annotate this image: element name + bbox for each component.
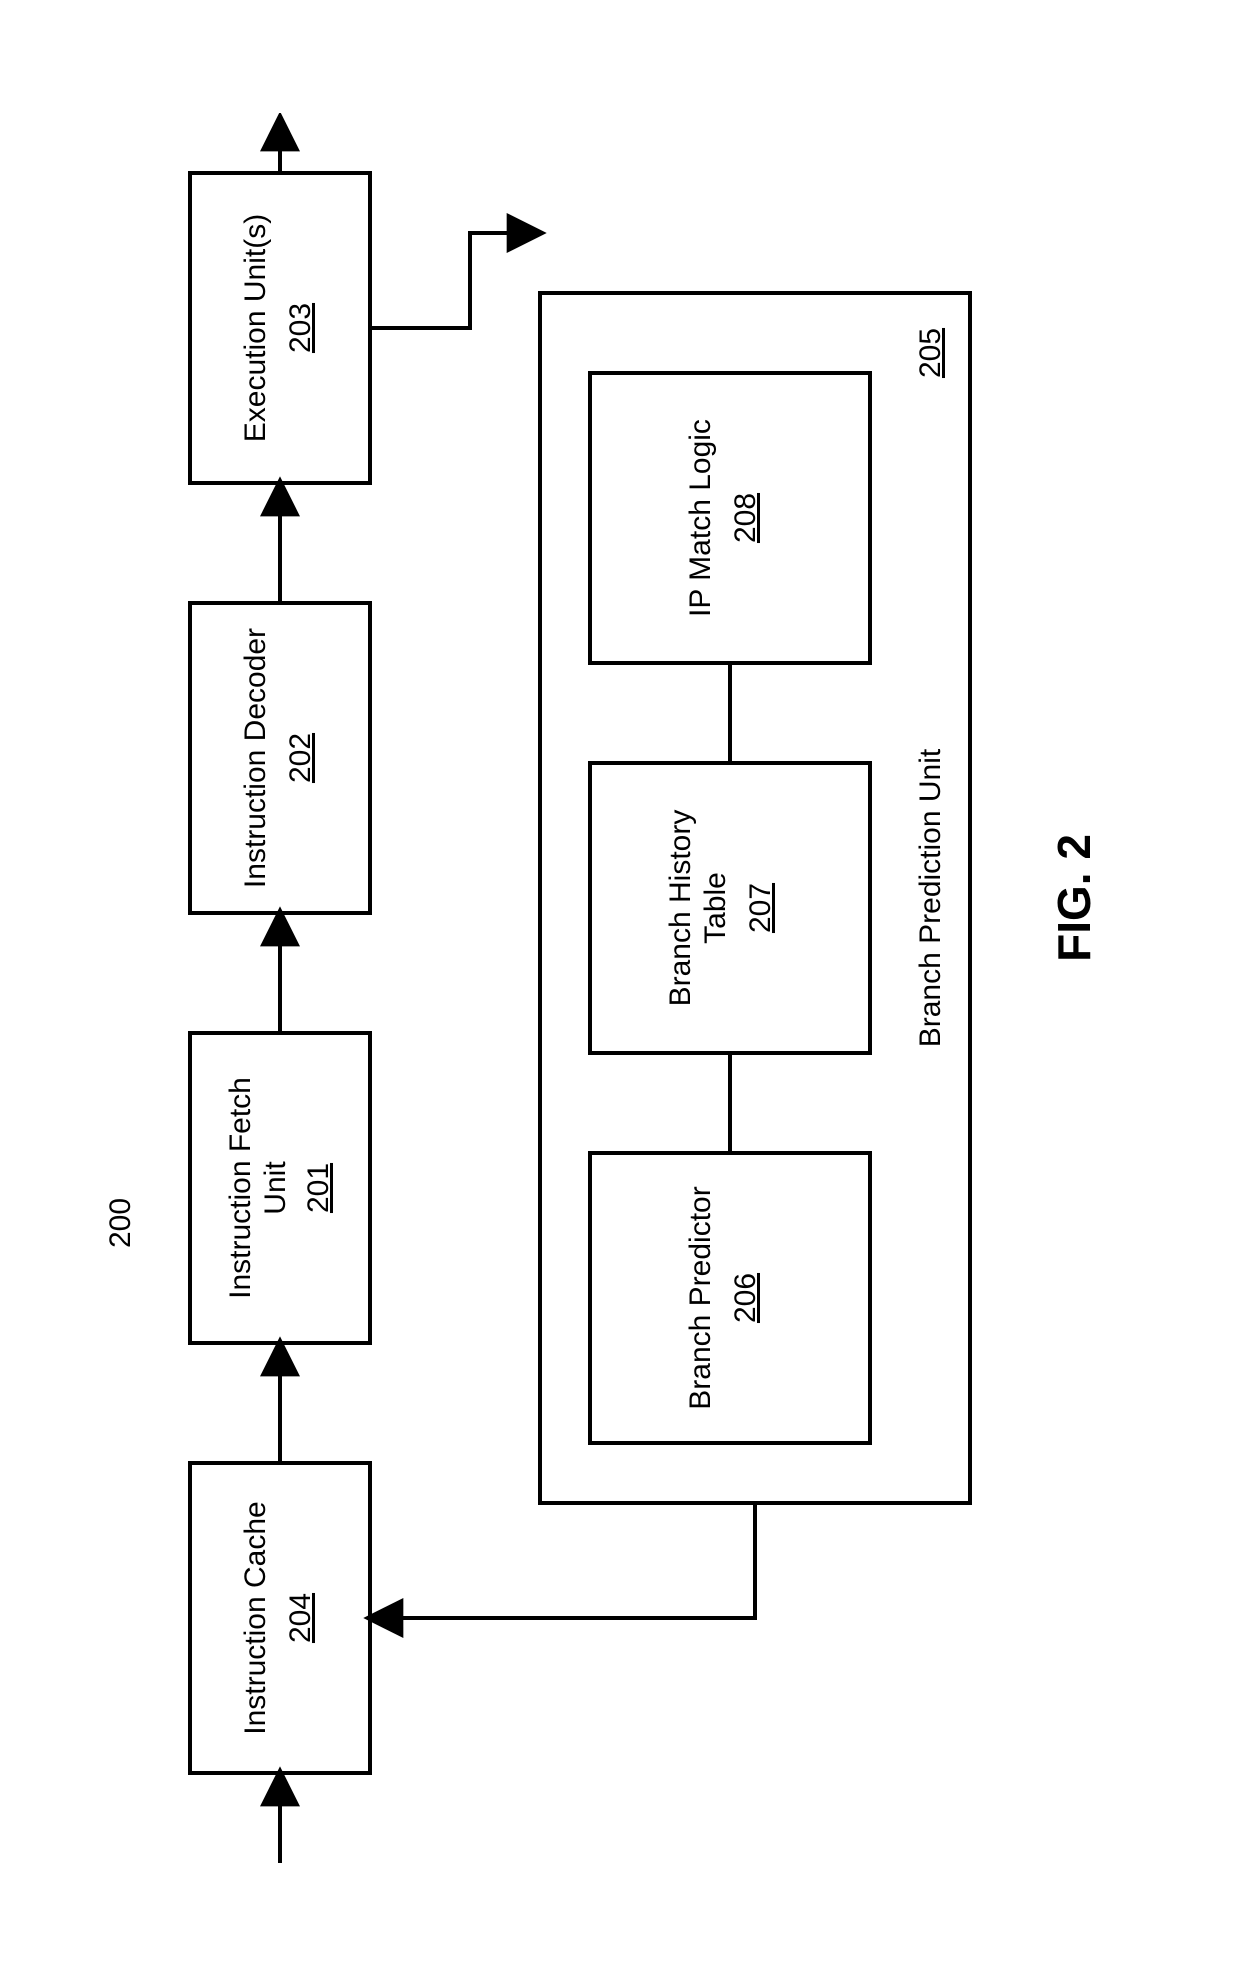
block-ref: 208 (729, 493, 762, 543)
block-branch-predictor: Branch Predictor 206 (590, 1153, 870, 1443)
block-diagram-svg: 200 Instruction Cache 204 Instruction Fe… (70, 113, 1170, 1873)
block-branch-history-table: Branch History Table 207 (590, 763, 870, 1053)
diagram-id-label: 200 (104, 1198, 137, 1248)
block-ref: 201 (302, 1163, 335, 1213)
block-instruction-decoder: Instruction Decoder 202 (190, 603, 370, 913)
arrow-bpu-to-icache (370, 1503, 755, 1618)
block-label: IP Match Logic (684, 419, 717, 617)
block-label: Instruction Cache (239, 1501, 272, 1734)
block-instruction-cache: Instruction Cache 204 (190, 1463, 370, 1773)
block-label: Instruction Fetch (224, 1077, 257, 1299)
block-ref: 204 (284, 1593, 317, 1643)
arrow-exec-to-bpu (370, 233, 540, 328)
block-instruction-fetch-unit: Instruction Fetch Unit 201 (190, 1033, 370, 1343)
block-ref: 202 (284, 733, 317, 783)
block-ref: 206 (729, 1273, 762, 1323)
diagram-stage: 200 Instruction Cache 204 Instruction Fe… (70, 113, 1170, 1873)
block-ip-match-logic: IP Match Logic 208 (590, 373, 870, 663)
block-ref: 207 (744, 883, 777, 933)
block-label: Execution Unit(s) (239, 214, 272, 442)
figure-caption: FIG. 2 (1048, 834, 1100, 962)
block-label2: Table (699, 872, 732, 944)
bpu-ref: 205 (914, 328, 947, 378)
block-branch-prediction-unit: Branch Prediction Unit 205 Branch Predic… (540, 293, 970, 1503)
block-label2: Unit (259, 1161, 292, 1215)
block-ref: 203 (284, 303, 317, 353)
block-execution-units: Execution Unit(s) 203 (190, 173, 370, 483)
block-label: Branch Predictor (684, 1186, 717, 1409)
block-label: Branch History (664, 810, 697, 1007)
bpu-label: Branch Prediction Unit (914, 748, 947, 1047)
block-label: Instruction Decoder (239, 628, 272, 888)
